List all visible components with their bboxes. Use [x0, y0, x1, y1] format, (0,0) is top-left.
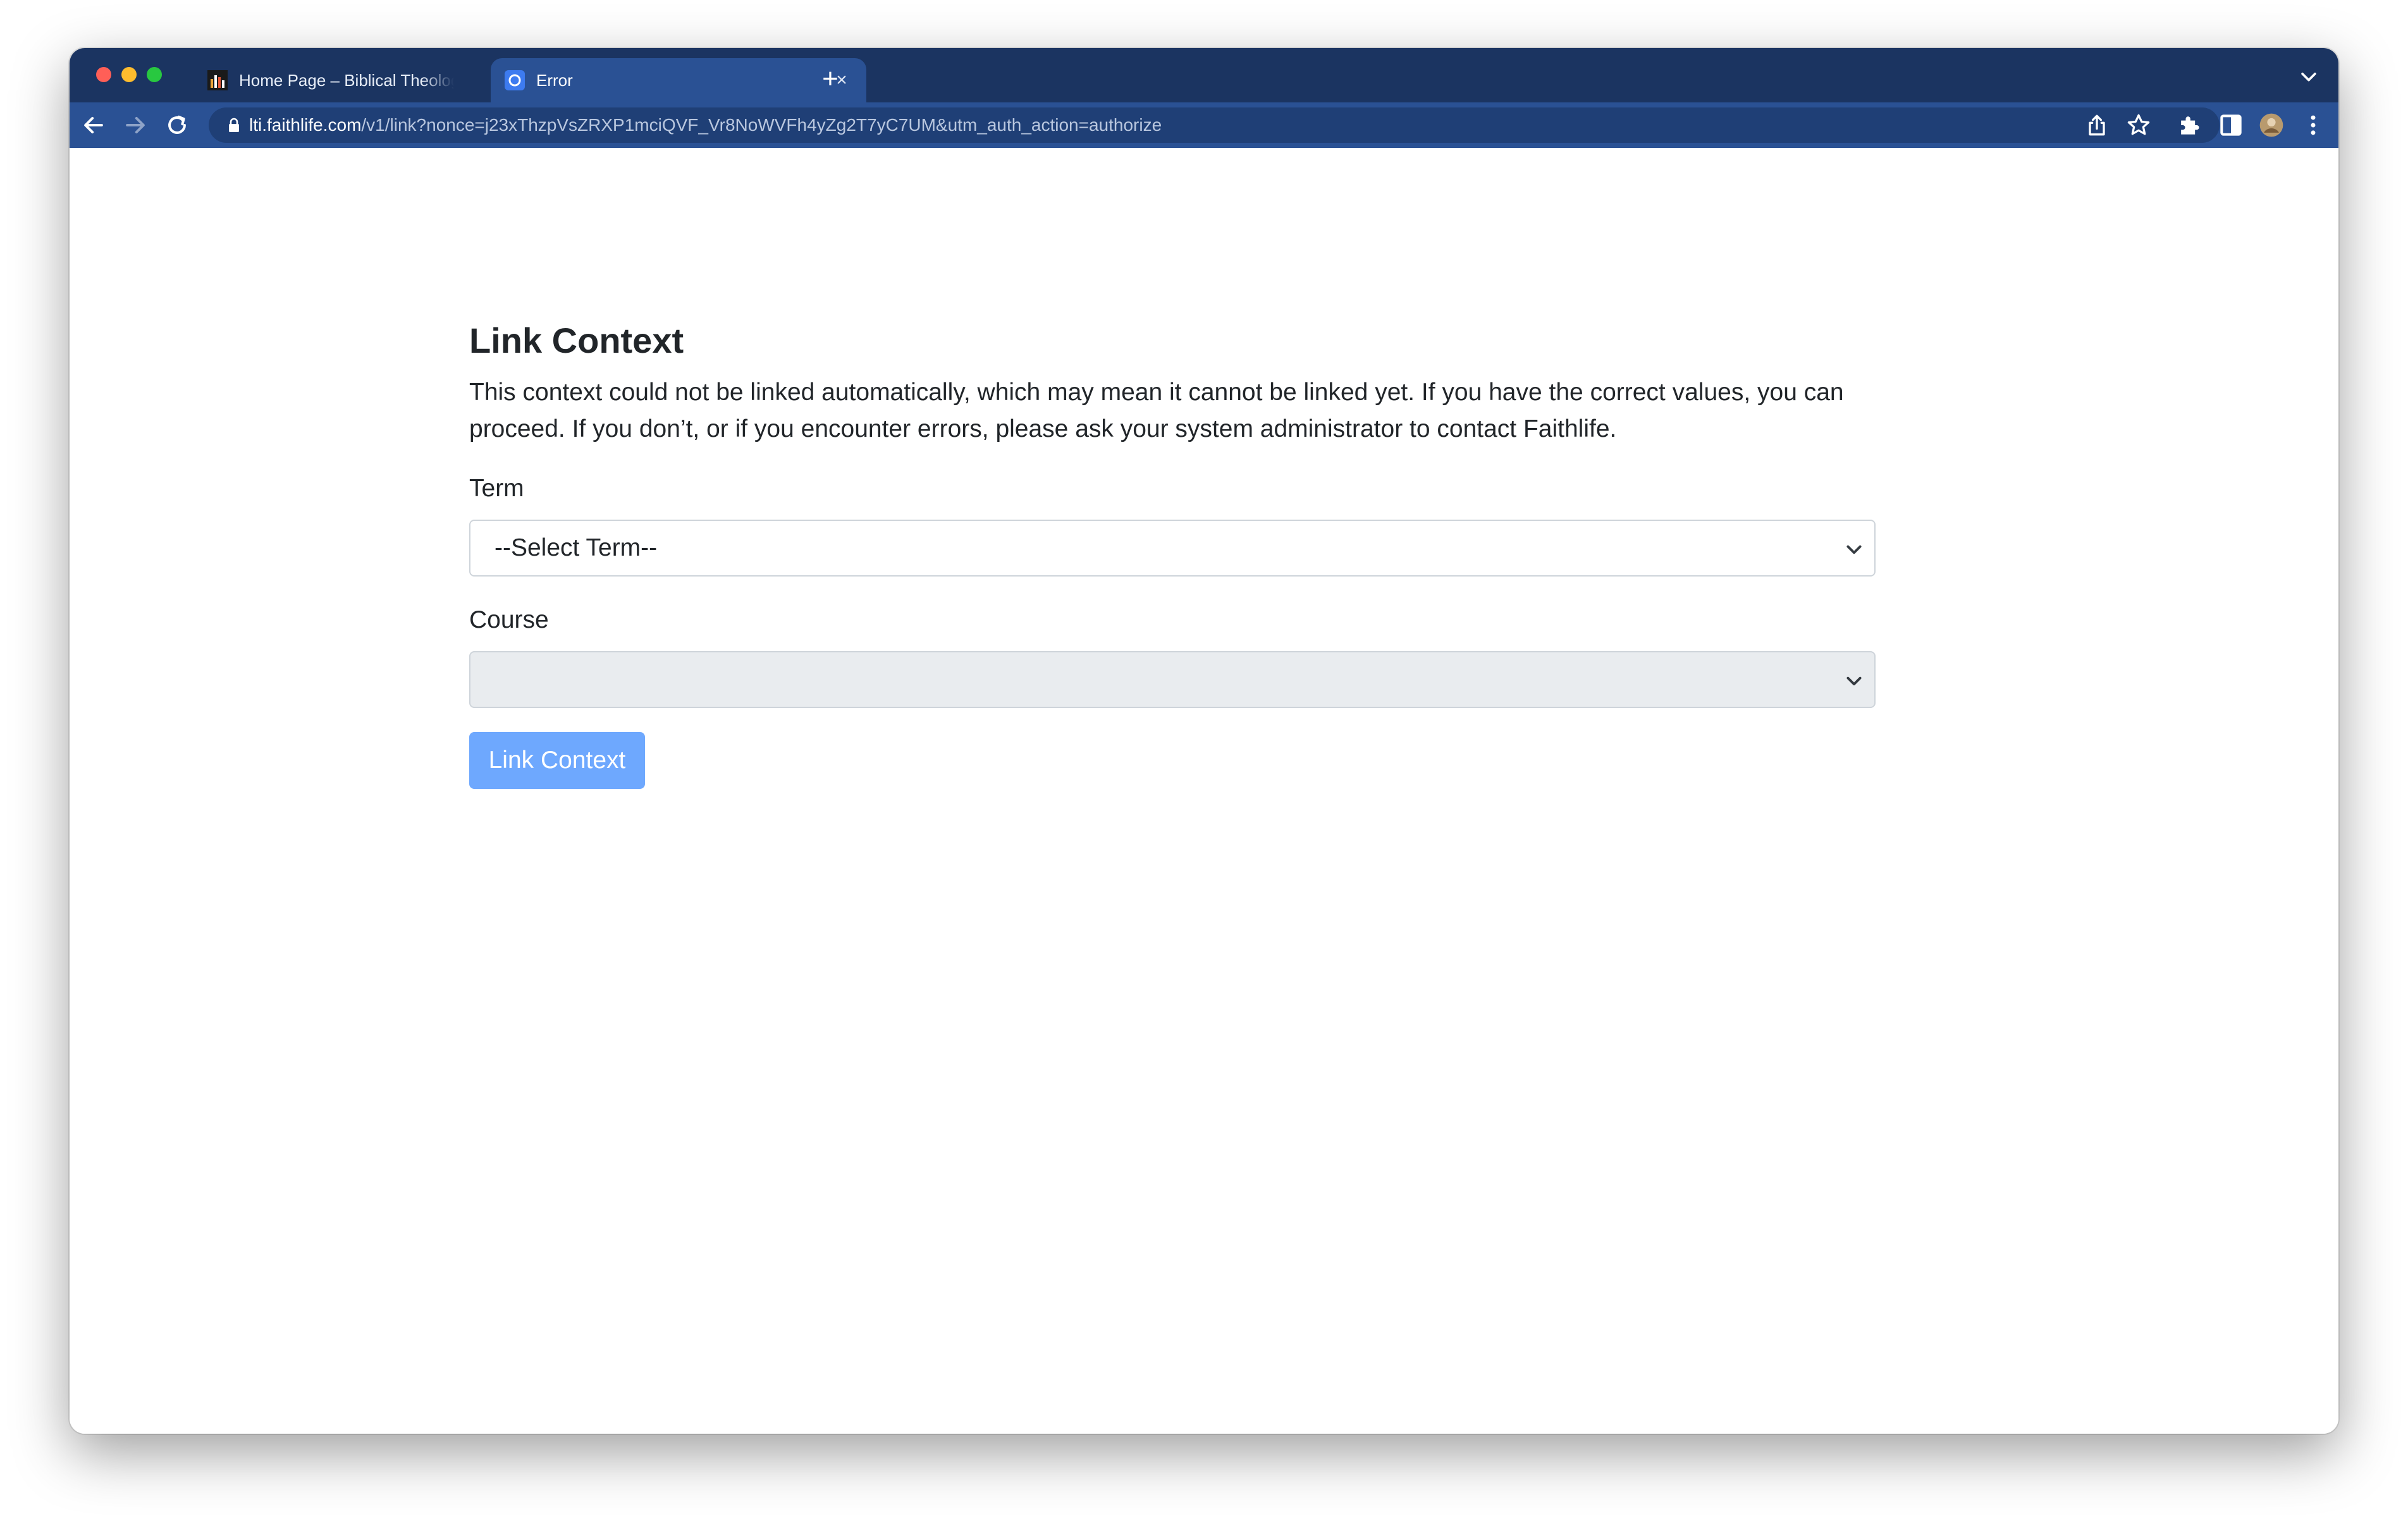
new-tab-button[interactable]: +: [814, 63, 846, 95]
term-select-value: --Select Term--: [494, 534, 658, 561]
share-icon[interactable]: [2083, 111, 2111, 139]
chevron-down-icon: [1846, 676, 1862, 686]
more-menu-icon[interactable]: [2299, 111, 2327, 139]
window-close-button[interactable]: [96, 67, 111, 82]
bar-chart-favicon-icon: [207, 70, 228, 90]
term-select[interactable]: --Select Term--: [469, 520, 1876, 577]
page-content: Link Context This context could not be l…: [70, 148, 2338, 1434]
url-text: lti.faithlife.com/v1/link?nonce=j23xThzp…: [249, 107, 1162, 143]
back-arrow-icon[interactable]: [80, 111, 108, 139]
lock-icon[interactable]: [228, 118, 240, 133]
link-context-button[interactable]: Link Context: [469, 732, 645, 789]
tab-error[interactable]: Error ×: [491, 58, 866, 102]
forward-arrow-icon[interactable]: [121, 111, 149, 139]
profile-avatar-icon[interactable]: [2258, 111, 2285, 139]
window-minimize-button[interactable]: [121, 67, 137, 82]
window-maximize-button[interactable]: [147, 67, 162, 82]
tab-title: Error: [536, 70, 573, 90]
url-path: /v1/link?nonce=j23xThzpVsZRXP1mciQVF_Vr8…: [361, 115, 1162, 135]
chevron-down-icon[interactable]: [2298, 66, 2319, 87]
extensions-puzzle-icon[interactable]: [2175, 111, 2203, 139]
reload-icon[interactable]: [163, 111, 191, 139]
page-title: Link Context: [469, 320, 684, 360]
tab-bar: Home Page – Biblical Theology × Error × …: [70, 48, 2338, 102]
side-panel-icon[interactable]: [2217, 111, 2245, 139]
course-label: Course: [469, 606, 549, 633]
bookmark-star-icon[interactable]: [2125, 111, 2153, 139]
link-context-form: Link Context This context could not be l…: [469, 319, 1876, 789]
url-host: lti.faithlife.com: [249, 115, 362, 135]
course-select[interactable]: [469, 651, 1876, 708]
page-description: This context could not be linked automat…: [469, 379, 1844, 443]
term-label: Term: [469, 475, 524, 502]
browser-toolbar: lti.faithlife.com/v1/link?nonce=j23xThzp…: [70, 102, 2338, 148]
address-bar[interactable]: lti.faithlife.com/v1/link?nonce=j23xThzp…: [209, 107, 2220, 143]
chevron-down-icon: [1846, 545, 1862, 554]
faithlife-favicon-icon: [505, 70, 525, 90]
browser-window: Home Page – Biblical Theology × Error × …: [70, 48, 2338, 1434]
tab-title: Home Page – Biblical Theology: [239, 70, 454, 90]
